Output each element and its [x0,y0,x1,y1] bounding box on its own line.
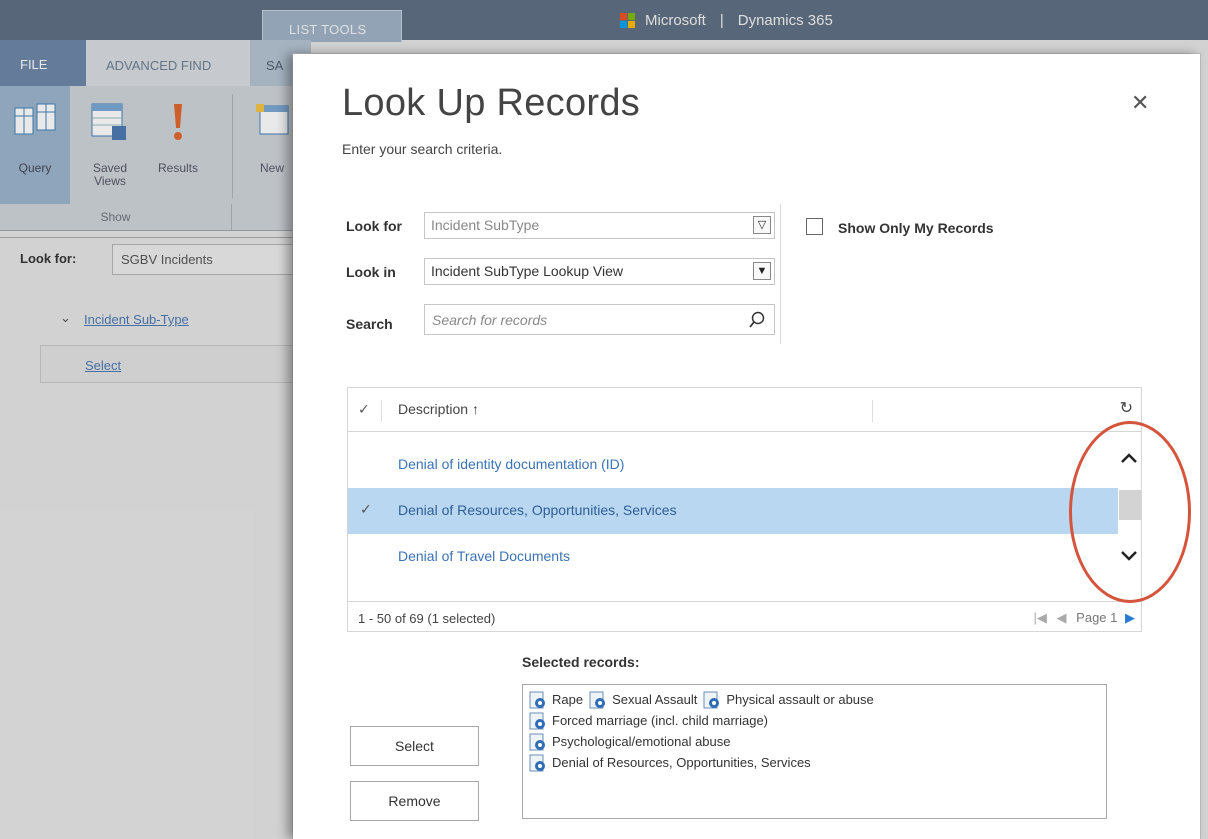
selected-record[interactable]: Physical assault or abuse [703,691,874,709]
selected-record[interactable]: Forced marriage (incl. child marriage) [529,712,768,730]
record-icon [703,691,720,708]
sort-ascending-icon: ↑ [472,401,480,417]
show-only-my-records-checkbox[interactable] [806,218,823,235]
pager: |◀ ◀ Page 1 ▶ [1034,610,1135,626]
column-header-description[interactable]: Description ↑ [398,401,479,417]
row-check-icon[interactable]: ✓ [360,501,372,518]
record-link[interactable]: Denial of Resources, Opportunities, Serv… [398,502,677,518]
dialog-subtitle: Enter your search criteria. [342,141,503,157]
next-page-icon[interactable]: ▶ [1125,610,1135,625]
page-label: Page 1 [1076,610,1118,625]
table-row[interactable]: Denial of Travel Documents [348,534,1118,580]
grid-header: ✓ Description ↑ ↻ [348,388,1141,432]
header-separator [381,400,382,422]
grid-scrollbar[interactable] [1118,442,1141,582]
header-separator [872,400,873,422]
scroll-down-chevron-icon[interactable] [1120,550,1138,562]
look-in-select[interactable]: Incident SubType Lookup View ▼ [424,258,775,285]
record-count: 1 - 50 of 69 (1 selected) [358,611,496,626]
vertical-divider [780,204,781,344]
selected-record[interactable]: Sexual Assault [589,691,697,709]
search-icon[interactable] [748,311,766,329]
previous-page-icon[interactable]: ◀ [1057,610,1067,625]
record-link[interactable]: Denial of identity documentation (ID) [398,456,624,472]
selected-records-line: Forced marriage (incl. child marriage) [529,710,1100,731]
look-up-records-dialog: Look Up Records Enter your search criter… [293,54,1200,839]
select-all-check-icon[interactable]: ✓ [358,401,370,418]
remove-button[interactable]: Remove [350,781,479,821]
refresh-icon[interactable]: ↻ [1120,398,1133,418]
table-row[interactable]: Denial of identity documentation (ID) [348,442,1118,488]
record-link[interactable]: Denial of Travel Documents [398,548,570,564]
selected-record[interactable]: Denial of Resources, Opportunities, Serv… [529,754,811,772]
select-button[interactable]: Select [350,726,479,766]
chevron-down-icon[interactable]: ▼ [753,262,771,280]
look-in-value: Incident SubType Lookup View [431,263,623,279]
selected-records-label: Selected records: [522,654,640,670]
grid-footer: 1 - 50 of 69 (1 selected) |◀ ◀ Page 1 ▶ [348,601,1141,631]
record-icon [529,754,545,771]
scroll-thumb[interactable] [1119,490,1141,520]
search-label: Search [346,316,393,332]
records-grid: ✓ Description ↑ ↻ Denial of identity docu… [347,387,1142,632]
chevron-down-icon[interactable]: ▽ [753,216,771,234]
look-for-label: Look for [346,218,402,234]
record-icon [529,691,545,708]
record-icon [589,691,606,708]
show-only-my-records-label[interactable]: Show Only My Records [838,220,994,236]
table-row-selected[interactable]: ✓ Denial of Resources, Opportunities, Se… [348,488,1118,534]
scroll-up-chevron-icon[interactable] [1120,452,1138,464]
record-icon [529,712,545,729]
record-icon [529,733,545,750]
selected-records-list[interactable]: Rape Sexual Assault Physical assault or … [522,684,1107,819]
selected-records-line: Psychological/emotional abuse [529,731,1100,752]
selected-record[interactable]: Rape [529,691,583,709]
close-icon[interactable]: ✕ [1131,90,1149,116]
selected-records-line: Denial of Resources, Opportunities, Serv… [529,752,1100,773]
look-in-label: Look in [346,264,396,280]
search-input[interactable] [430,308,730,332]
selected-record[interactable]: Psychological/emotional abuse [529,733,731,751]
dialog-title: Look Up Records [342,82,641,124]
selected-records-line: Rape Sexual Assault Physical assault or … [529,689,1100,710]
first-page-icon[interactable]: |◀ [1034,610,1047,625]
look-for-value: Incident SubType [431,217,540,233]
look-for-select[interactable]: Incident SubType ▽ [424,212,775,239]
search-box [424,304,775,335]
